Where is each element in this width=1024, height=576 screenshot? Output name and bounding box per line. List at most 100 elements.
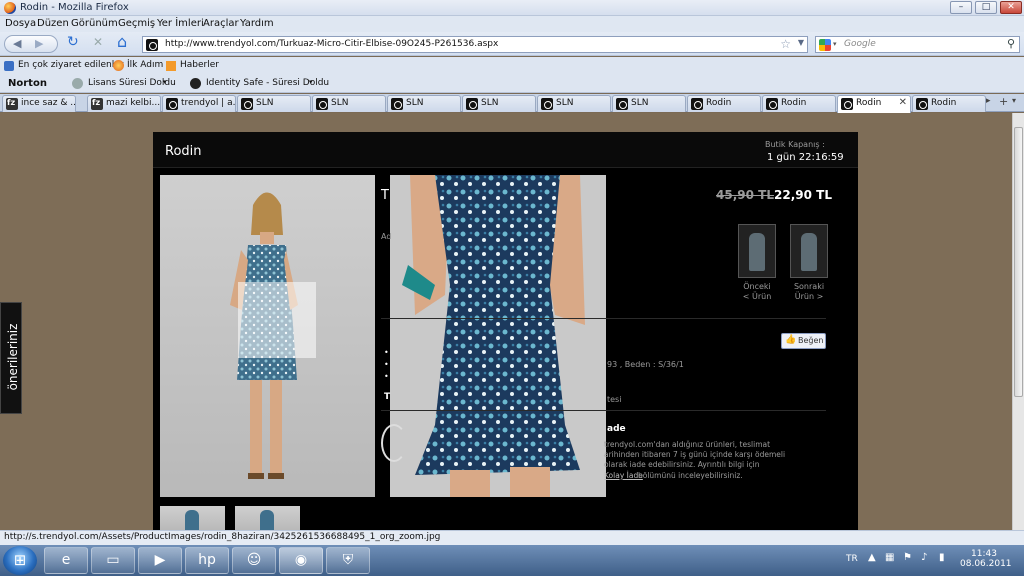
- language-indicator[interactable]: TR: [846, 554, 858, 564]
- home-icon[interactable]: ⌂: [117, 32, 127, 51]
- status-text: http://s.trendyol.com/Assets/ProductImag…: [4, 532, 441, 542]
- tab-3[interactable]: trendyol | a...: [162, 95, 236, 112]
- taskbar-firefox[interactable]: ◉: [279, 547, 323, 574]
- prev-product-thumb[interactable]: [738, 224, 776, 278]
- product-main-image[interactable]: [160, 175, 375, 497]
- search-icon[interactable]: ⚲: [1007, 37, 1015, 50]
- zoom-lens[interactable]: [238, 282, 316, 358]
- site-favicon-icon: [541, 98, 553, 110]
- brand-title: Rodin: [165, 144, 202, 159]
- maximize-button[interactable]: □: [975, 1, 997, 14]
- tab-1[interactable]: ince saz & ...: [2, 95, 76, 112]
- close-button[interactable]: ✕: [1000, 1, 1022, 14]
- site-favicon-icon: [241, 98, 253, 110]
- next-product-image: [801, 233, 817, 271]
- tray-up-arrow-icon[interactable]: ▲: [868, 552, 876, 563]
- reload-icon[interactable]: ↻: [67, 34, 79, 50]
- tab-label: SLN: [556, 98, 574, 108]
- stop-icon[interactable]: ✕: [93, 35, 103, 49]
- tab-list-icon[interactable]: ▾: [1012, 96, 1016, 105]
- menu-yardim[interactable]: Yardım: [240, 18, 274, 29]
- windows-taskbar: ⊞ e ▭ ▶ hp ☺ ◉ ⛨ TR ▲ ▦ ⚑ ♪ ▮: [0, 545, 1024, 576]
- taskbar-hp[interactable]: hp: [185, 547, 229, 574]
- kolay-iade-link[interactable]: Kolay İade: [604, 471, 643, 480]
- menu-araclar[interactable]: Araçlar: [203, 18, 239, 29]
- tab-10[interactable]: Rodin: [687, 95, 761, 112]
- site-favicon-icon: [166, 98, 178, 110]
- like-button[interactable]: 👍 Beğen: [781, 333, 826, 349]
- google-icon[interactable]: [819, 39, 831, 51]
- site-favicon-icon: [316, 98, 328, 110]
- bookmark-most-visited[interactable]: En çok ziyaret edilenler: [18, 60, 124, 70]
- taskbar-security[interactable]: ⛨: [326, 547, 370, 574]
- chevron-down-icon[interactable]: ▾: [309, 78, 313, 86]
- taskbar-media[interactable]: ▶: [138, 547, 182, 574]
- next-product-thumb[interactable]: [790, 224, 828, 278]
- menu-gecmis[interactable]: Geçmiş: [118, 18, 155, 29]
- search-engine-dropdown-icon[interactable]: ▾: [833, 40, 837, 48]
- menu-bar: Dosya Düzen Görünüm Geçmiş Yer İmleri Ar…: [0, 16, 1024, 32]
- return-title: ade: [607, 424, 626, 434]
- tab-9[interactable]: SLN: [612, 95, 686, 112]
- tab-label: SLN: [481, 98, 499, 108]
- prev-product-link[interactable]: Önceki < Ürün: [738, 282, 776, 302]
- tab-close-icon[interactable]: ✕: [899, 97, 907, 108]
- vertical-scrollbar[interactable]: [1012, 113, 1024, 530]
- tab-7[interactable]: SLN: [462, 95, 536, 112]
- product-thumbnail[interactable]: [160, 506, 225, 530]
- search-box[interactable]: ▾ Google ⚲: [815, 36, 1020, 53]
- chevron-down-icon[interactable]: ▾: [163, 78, 167, 86]
- tab-2[interactable]: mazi kelbi...: [87, 95, 161, 112]
- tab-label: SLN: [256, 98, 274, 108]
- tab-label: SLN: [406, 98, 424, 108]
- menu-yer-imleri[interactable]: Yer İmleri: [157, 18, 204, 29]
- volume-icon[interactable]: ♪: [921, 552, 927, 563]
- bookmarks-toolbar: En çok ziyaret edilenler İlk Adım Haberl…: [0, 57, 1024, 75]
- tab-8[interactable]: SLN: [537, 95, 611, 112]
- tab-label: Rodin: [781, 98, 807, 108]
- side-tab-label: önerileriniz: [6, 323, 20, 391]
- people-icon: ☺: [246, 552, 262, 568]
- flag-icon[interactable]: ⚑: [903, 552, 912, 563]
- address-bar[interactable]: http://www.trendyol.com/Turkuaz-Micro-Ci…: [142, 36, 808, 53]
- tab-13[interactable]: Rodin: [912, 95, 986, 112]
- new-tab-icon[interactable]: +: [999, 95, 1008, 108]
- tab-12[interactable]: Rodin ✕: [837, 95, 911, 113]
- norton-logo[interactable]: Norton: [8, 78, 47, 89]
- system-clock[interactable]: 11:43 08.06.2011: [960, 549, 1012, 569]
- norton-toolbar: Norton Lisans Süresi Doldu ▾ Identity Sa…: [0, 75, 1024, 93]
- recommendations-side-tab[interactable]: önerileriniz: [0, 302, 22, 414]
- product-title-fragment: T: [381, 188, 389, 203]
- network-icon[interactable]: ▦: [885, 552, 894, 563]
- taskbar-explorer[interactable]: ▭: [91, 547, 135, 574]
- bookmark-star-icon[interactable]: ☆: [780, 37, 791, 51]
- minimize-button[interactable]: –: [950, 1, 972, 14]
- forward-icon[interactable]: ▶: [35, 37, 43, 50]
- bookmark-haberler[interactable]: Haberler: [180, 60, 219, 70]
- address-url[interactable]: http://www.trendyol.com/Turkuaz-Micro-Ci…: [165, 39, 498, 49]
- battery-icon[interactable]: ▮: [939, 552, 945, 563]
- tab-11[interactable]: Rodin: [762, 95, 836, 112]
- site-favicon-icon: [466, 98, 478, 110]
- scrollbar-thumb[interactable]: [1014, 127, 1023, 397]
- taskbar-app[interactable]: ☺: [232, 547, 276, 574]
- norton-status-icon: [72, 78, 83, 89]
- menu-gorunum[interactable]: Görünüm: [71, 18, 118, 29]
- chevron-down-icon[interactable]: ▼: [798, 38, 804, 47]
- taskbar-ie[interactable]: e: [44, 547, 88, 574]
- product-thumbnail[interactable]: [235, 506, 300, 530]
- search-input[interactable]: Google: [844, 39, 876, 49]
- next-product-link[interactable]: Sonraki Ürün >: [786, 282, 832, 302]
- return-text: trendyol.com'dan aldığınız ürünleri, tes…: [604, 440, 786, 469]
- menu-duzen[interactable]: Düzen: [37, 18, 69, 29]
- back-icon[interactable]: ◀: [13, 37, 21, 50]
- shield-icon: ⛨: [342, 552, 354, 568]
- tab-5[interactable]: SLN: [312, 95, 386, 112]
- old-price: 45,90 TL: [716, 188, 774, 202]
- bookmark-ilk-adim[interactable]: İlk Adım: [127, 60, 163, 70]
- menu-dosya[interactable]: Dosya: [5, 18, 36, 29]
- tab-scroll-right-icon[interactable]: ▸: [986, 96, 991, 106]
- start-button[interactable]: ⊞: [3, 546, 37, 575]
- tab-6[interactable]: SLN: [387, 95, 461, 112]
- tab-4[interactable]: SLN: [237, 95, 311, 112]
